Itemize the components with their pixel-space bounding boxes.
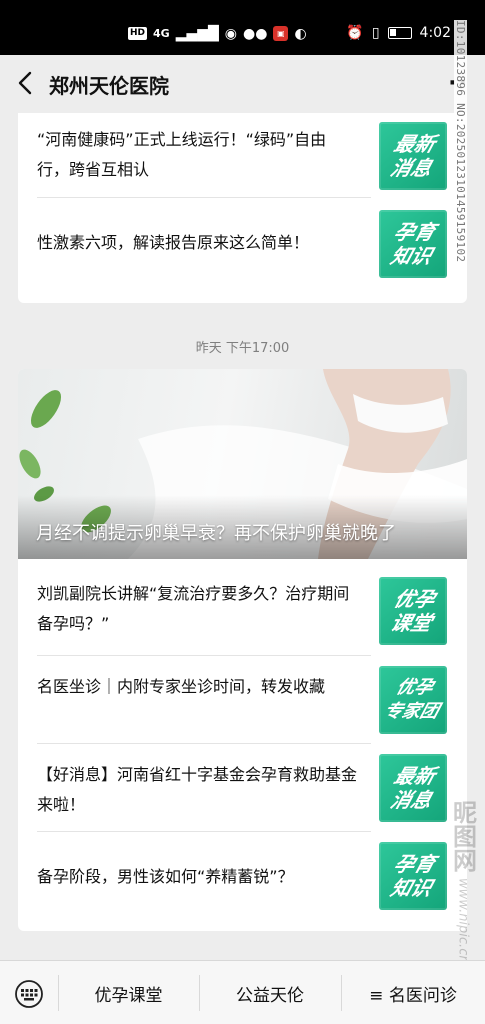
article-thumbnail: 最新 消息	[379, 122, 447, 190]
list-item[interactable]: 性激素六项，解读报告原来这么简单！ 孕育 知识	[18, 198, 467, 288]
list-item[interactable]: “河南健康码”正式上线运行！“绿码”自由行，跨省互相认 最新 消息	[18, 113, 467, 198]
status-bar: HD 4G ▂▄▆█ ◉ ●● ▣ ◐ ⏰ ▯ 4:02	[0, 0, 485, 55]
article-thumbnail: 优孕 课堂	[379, 577, 447, 645]
status-left-icons: HD 4G ▂▄▆█ ◉ ●● ▣ ◐	[128, 26, 307, 41]
clock-time: 4:02	[419, 25, 451, 41]
status-right-icons: ⏰ ▯ 4:02	[346, 25, 451, 41]
watermark-url-text: www.nipic.cn	[455, 878, 471, 964]
thumbnail-text: 孕育 知识	[387, 852, 439, 900]
article-thumbnail: 优孕 专家团	[379, 666, 447, 734]
back-chevron-icon[interactable]	[12, 68, 40, 98]
image-id-watermark: ID:10123896 NO:20250123101459159102	[454, 20, 467, 263]
menu-item-expert-consult[interactable]: ≡ 名医问诊	[341, 961, 485, 1024]
notification-icon: ◉	[224, 25, 237, 42]
watermark-brand-text: 昵图网	[448, 800, 477, 872]
article-title: “河南健康码”正式上线运行！“绿码”自由行，跨省互相认	[37, 130, 327, 179]
thumbnail-text: 孕育 知识	[387, 220, 439, 268]
message-timestamp: 昨天 下午17:00	[195, 341, 290, 356]
article-card-previous: “河南健康码”正式上线运行！“绿码”自由行，跨省互相认 最新 消息 性激素六项，解…	[18, 113, 467, 303]
alarm-icon: ⏰	[346, 25, 364, 41]
article-card: 月经不调提示卵巢早衰？再不保护卵巢就晚了 刘凯副院长讲解“复流治疗要多久？治疗期…	[18, 369, 467, 931]
article-title: 备孕阶段，男性该如何“养精蓄锐”？	[37, 867, 294, 886]
signal-icon: ▂▄▆█	[175, 25, 219, 42]
cover-article[interactable]: 月经不调提示卵巢早衰？再不保护卵巢就晚了	[18, 369, 467, 559]
cover-article-title: 月经不调提示卵巢早衰？再不保护卵巢就晚了	[36, 523, 396, 544]
thumbnail-text: 最新 消息	[387, 764, 439, 812]
thumbnail-text: 优孕 专家团	[381, 677, 442, 722]
browser-icon: ◐	[294, 25, 307, 42]
list-item[interactable]: 名医坐诊｜内附专家坐诊时间，转发收藏 优孕 专家团	[18, 656, 467, 744]
keyboard-icon[interactable]	[13, 980, 45, 1008]
page-title: 郑州天伦医院	[49, 74, 169, 98]
article-thumbnail: 最新 消息	[379, 754, 447, 822]
thumbnail-text: 最新 消息	[387, 132, 439, 180]
menu-item-public-welfare[interactable]: 公益天伦	[199, 961, 341, 1024]
list-item[interactable]: 备孕阶段，男性该如何“养精蓄锐”？ 孕育 知识	[18, 832, 467, 927]
network-type: 4G	[153, 27, 170, 40]
bottom-menu-bar: 优孕课堂 公益天伦 ≡ 名医问诊	[0, 960, 485, 1024]
vibrate-icon: ▯	[371, 25, 380, 41]
article-title: 性激素六项，解读报告原来这么简单！	[37, 233, 310, 252]
article-title: 刘凯副院长讲解“复流治疗要多久？治疗期间备孕吗？”	[37, 584, 350, 633]
wechat-icon: ●●	[243, 25, 268, 42]
battery-icon	[387, 27, 412, 39]
app-notification-icon: ▣	[273, 26, 289, 41]
article-title: 【好消息】河南省红十字基金会孕育救助基金来啦！	[37, 765, 358, 814]
nav-bar: 郑州天伦医院 ··	[0, 55, 485, 113]
list-item[interactable]: 刘凯副院长讲解“复流治疗要多久？治疗期间备孕吗？” 优孕 课堂	[18, 559, 467, 656]
thumbnail-text: 优孕 课堂	[387, 587, 439, 635]
article-thumbnail: 孕育 知识	[379, 210, 447, 278]
list-item[interactable]: 【好消息】河南省红十字基金会孕育救助基金来啦！ 最新 消息	[18, 744, 467, 832]
article-title: 名医坐诊｜内附专家坐诊时间，转发收藏	[37, 677, 326, 696]
article-thumbnail: 孕育 知识	[379, 842, 447, 910]
hd-badge: HD	[128, 27, 148, 40]
menu-item-youyun-class[interactable]: 优孕课堂	[58, 961, 199, 1024]
